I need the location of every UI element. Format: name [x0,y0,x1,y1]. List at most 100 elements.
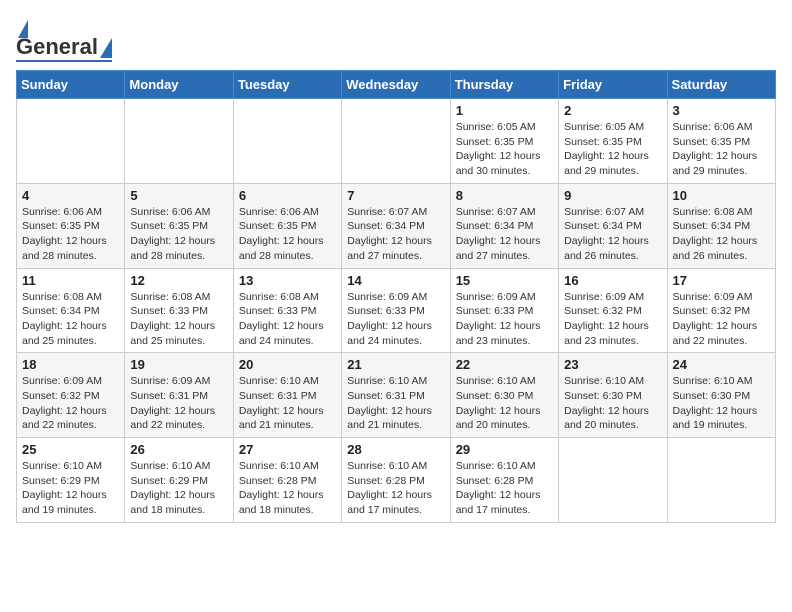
day-detail: Sunrise: 6:10 AM Sunset: 6:30 PM Dayligh… [673,374,770,433]
day-detail: Sunrise: 6:10 AM Sunset: 6:28 PM Dayligh… [456,459,553,518]
calendar-cell: 17 Sunrise: 6:09 AM Sunset: 6:32 PM Dayli… [667,268,775,353]
calendar-cell: 8 Sunrise: 6:07 AM Sunset: 6:34 PM Daylig… [450,183,558,268]
day-number: 28 [347,442,444,457]
calendar-header-saturday: Saturday [667,71,775,99]
day-number: 8 [456,188,553,203]
calendar-cell: 21 Sunrise: 6:10 AM Sunset: 6:31 PM Dayli… [342,353,450,438]
day-number: 19 [130,357,227,372]
day-number: 4 [22,188,119,203]
calendar-cell: 5 Sunrise: 6:06 AM Sunset: 6:35 PM Daylig… [125,183,233,268]
day-number: 12 [130,273,227,288]
day-number: 29 [456,442,553,457]
day-number: 16 [564,273,661,288]
day-number: 9 [564,188,661,203]
logo-flag-icon [100,38,112,58]
calendar-cell: 29 Sunrise: 6:10 AM Sunset: 6:28 PM Dayli… [450,438,558,523]
calendar-header-sunday: Sunday [17,71,125,99]
day-number: 23 [564,357,661,372]
day-detail: Sunrise: 6:10 AM Sunset: 6:29 PM Dayligh… [22,459,119,518]
calendar-cell: 11 Sunrise: 6:08 AM Sunset: 6:34 PM Dayli… [17,268,125,353]
calendar-week-row: 25 Sunrise: 6:10 AM Sunset: 6:29 PM Dayli… [17,438,776,523]
day-detail: Sunrise: 6:06 AM Sunset: 6:35 PM Dayligh… [239,205,336,264]
calendar-cell: 2 Sunrise: 6:05 AM Sunset: 6:35 PM Daylig… [559,99,667,184]
calendar-cell [125,99,233,184]
calendar-header-wednesday: Wednesday [342,71,450,99]
day-number: 15 [456,273,553,288]
day-detail: Sunrise: 6:05 AM Sunset: 6:35 PM Dayligh… [456,120,553,179]
calendar-cell: 4Sunrise: 6:06 AM Sunset: 6:35 PM Daylig… [17,183,125,268]
day-detail: Sunrise: 6:05 AM Sunset: 6:35 PM Dayligh… [564,120,661,179]
day-number: 26 [130,442,227,457]
day-number: 21 [347,357,444,372]
day-detail: Sunrise: 6:10 AM Sunset: 6:31 PM Dayligh… [239,374,336,433]
day-detail: Sunrise: 6:09 AM Sunset: 6:32 PM Dayligh… [564,290,661,349]
calendar-cell [342,99,450,184]
day-detail: Sunrise: 6:09 AM Sunset: 6:32 PM Dayligh… [22,374,119,433]
logo: General [16,16,112,62]
day-detail: Sunrise: 6:07 AM Sunset: 6:34 PM Dayligh… [456,205,553,264]
calendar-header-monday: Monday [125,71,233,99]
day-detail: Sunrise: 6:09 AM Sunset: 6:33 PM Dayligh… [347,290,444,349]
calendar-week-row: 4 Sunrise: 6:06 AM Sunset: 6:35 PM Daylig… [17,183,776,268]
day-detail: Sunrise: 6:07 AM Sunset: 6:34 PM Dayligh… [347,205,444,264]
calendar-cell [667,438,775,523]
calendar-cell: 23 Sunrise: 6:10 AM Sunset: 6:30 PM Dayli… [559,353,667,438]
day-number: 5 [130,188,227,203]
page-header: General [16,16,776,62]
calendar-cell: 18 Sunrise: 6:09 AM Sunset: 6:32 PM Dayli… [17,353,125,438]
calendar-week-row: 11 Sunrise: 6:08 AM Sunset: 6:34 PM Dayli… [17,268,776,353]
calendar-header-tuesday: Tuesday [233,71,341,99]
day-detail: Sunrise: 6:10 AM Sunset: 6:30 PM Dayligh… [456,374,553,433]
calendar-cell: 10 Sunrise: 6:08 AM Sunset: 6:34 PM Dayli… [667,183,775,268]
day-number: 25 [22,442,119,457]
calendar-cell: 19 Sunrise: 6:09 AM Sunset: 6:31 PM Dayli… [125,353,233,438]
calendar-cell: 24 Sunrise: 6:10 AM Sunset: 6:30 PM Dayli… [667,353,775,438]
calendar-cell [559,438,667,523]
day-number: 7 [347,188,444,203]
calendar-cell: 20 Sunrise: 6:10 AM Sunset: 6:31 PM Dayli… [233,353,341,438]
day-detail: Sunrise: 6:10 AM Sunset: 6:30 PM Dayligh… [564,374,661,433]
day-number: 11 [22,273,119,288]
day-detail: Sunrise: 6:08 AM Sunset: 6:34 PM Dayligh… [673,205,770,264]
day-detail: Sunrise: 6:09 AM Sunset: 6:32 PM Dayligh… [673,290,770,349]
day-detail: Sunrise: 6:06 AM Sunset: 6:35 PM Dayligh… [130,205,227,264]
day-detail: Sunrise: 6:09 AM Sunset: 6:31 PM Dayligh… [130,374,227,433]
day-detail: Sunrise: 6:09 AM Sunset: 6:33 PM Dayligh… [456,290,553,349]
calendar-cell: 14 Sunrise: 6:09 AM Sunset: 6:33 PM Dayli… [342,268,450,353]
day-detail: Sunrise: 6:06 AM Sunset: 6:35 PM Dayligh… [673,120,770,179]
calendar-header-thursday: Thursday [450,71,558,99]
day-detail: Sunrise: 6:10 AM Sunset: 6:31 PM Dayligh… [347,374,444,433]
day-detail: Sunrise: 6:08 AM Sunset: 6:33 PM Dayligh… [130,290,227,349]
calendar-cell: 7 Sunrise: 6:07 AM Sunset: 6:34 PM Daylig… [342,183,450,268]
day-number: 20 [239,357,336,372]
calendar-cell: 15 Sunrise: 6:09 AM Sunset: 6:33 PM Dayli… [450,268,558,353]
calendar-cell: 3Sunrise: 6:06 AM Sunset: 6:35 PM Daylig… [667,99,775,184]
day-detail: Sunrise: 6:07 AM Sunset: 6:34 PM Dayligh… [564,205,661,264]
day-number: 13 [239,273,336,288]
day-number: 1 [456,103,553,118]
day-number: 14 [347,273,444,288]
day-number: 27 [239,442,336,457]
day-detail: Sunrise: 6:08 AM Sunset: 6:34 PM Dayligh… [22,290,119,349]
calendar-header-friday: Friday [559,71,667,99]
calendar-cell: 9 Sunrise: 6:07 AM Sunset: 6:34 PM Daylig… [559,183,667,268]
calendar-cell: 28 Sunrise: 6:10 AM Sunset: 6:28 PM Dayli… [342,438,450,523]
day-detail: Sunrise: 6:10 AM Sunset: 6:28 PM Dayligh… [239,459,336,518]
day-detail: Sunrise: 6:08 AM Sunset: 6:33 PM Dayligh… [239,290,336,349]
calendar-cell: 16 Sunrise: 6:09 AM Sunset: 6:32 PM Dayli… [559,268,667,353]
day-number: 24 [673,357,770,372]
calendar-cell: 27 Sunrise: 6:10 AM Sunset: 6:28 PM Dayli… [233,438,341,523]
day-number: 22 [456,357,553,372]
day-number: 18 [22,357,119,372]
day-number: 17 [673,273,770,288]
day-number: 2 [564,103,661,118]
calendar-cell: 12 Sunrise: 6:08 AM Sunset: 6:33 PM Dayli… [125,268,233,353]
day-number: 10 [673,188,770,203]
day-detail: Sunrise: 6:10 AM Sunset: 6:28 PM Dayligh… [347,459,444,518]
calendar-week-row: 18 Sunrise: 6:09 AM Sunset: 6:32 PM Dayli… [17,353,776,438]
day-number: 6 [239,188,336,203]
calendar-cell [17,99,125,184]
calendar-week-row: 1 Sunrise: 6:05 AM Sunset: 6:35 PM Daylig… [17,99,776,184]
day-detail: Sunrise: 6:10 AM Sunset: 6:29 PM Dayligh… [130,459,227,518]
calendar-cell: 1 Sunrise: 6:05 AM Sunset: 6:35 PM Daylig… [450,99,558,184]
